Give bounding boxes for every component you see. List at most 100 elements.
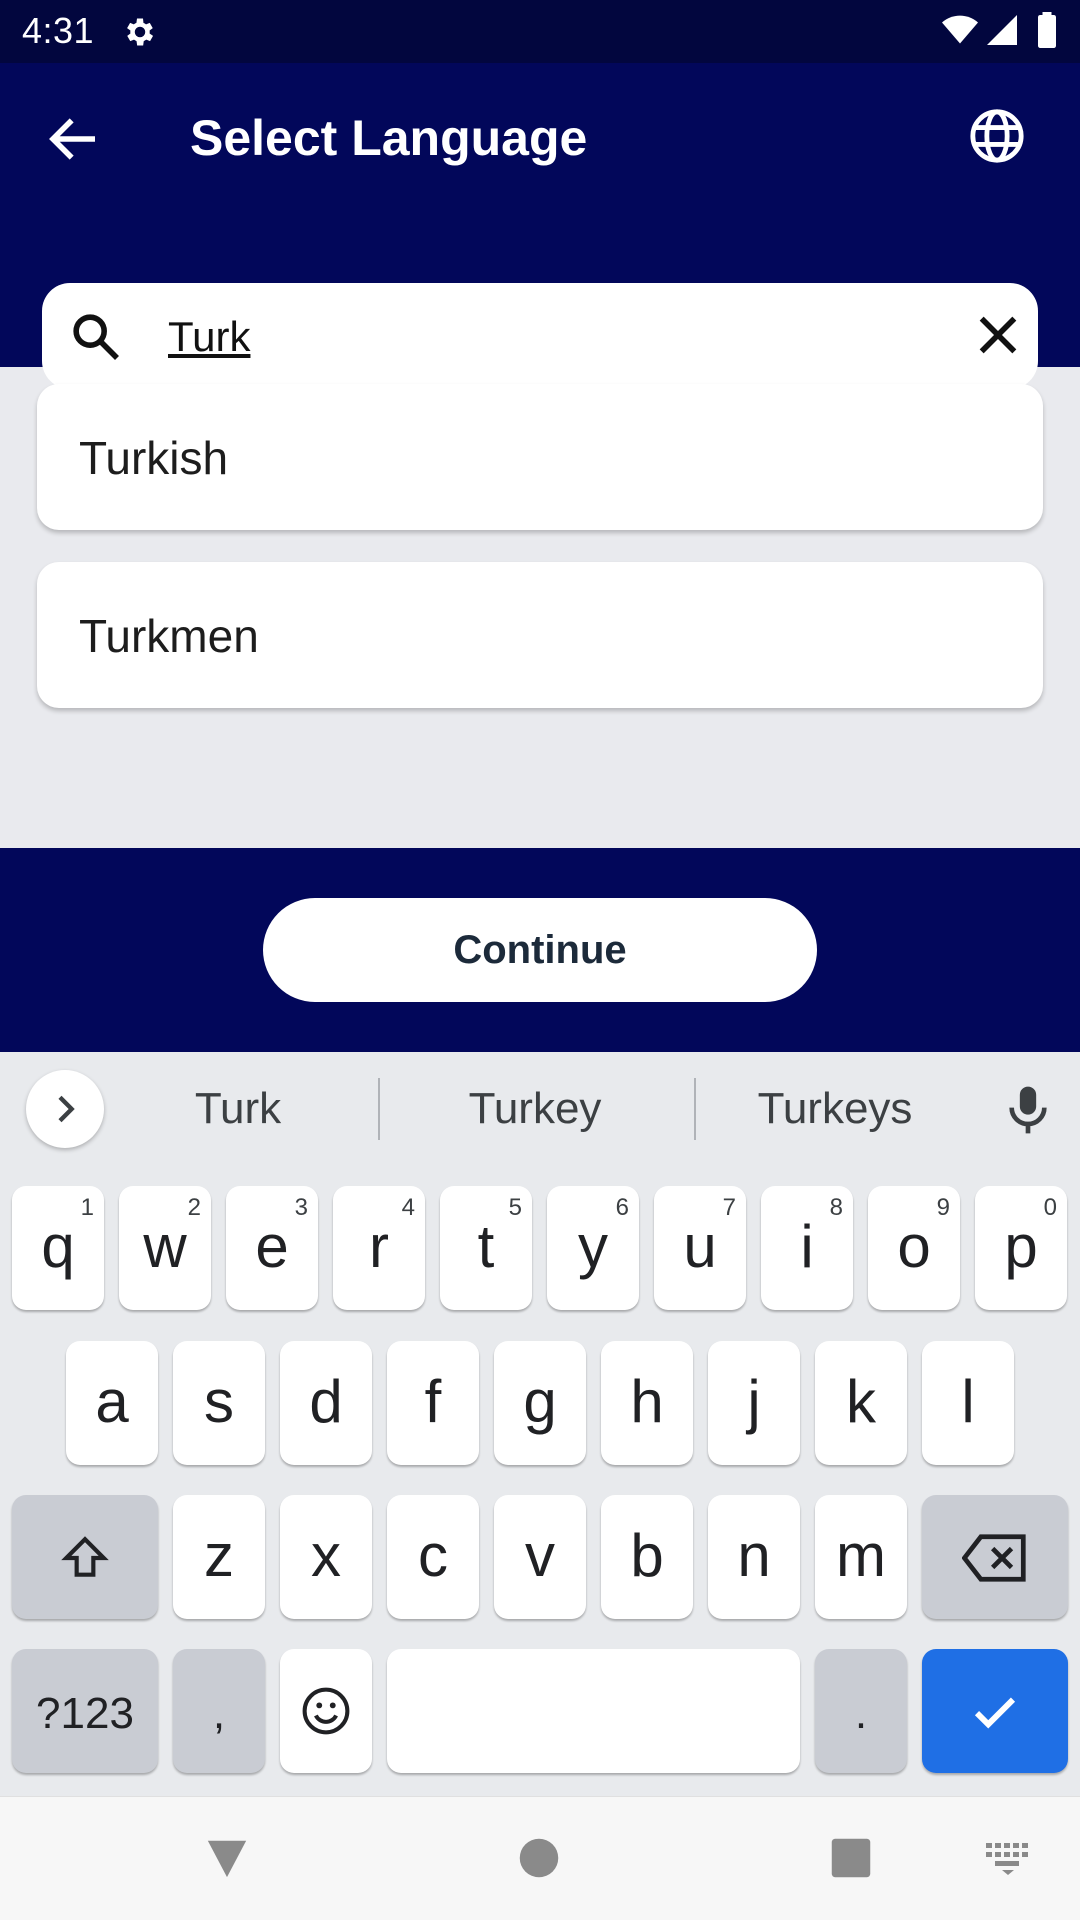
key-hint: 3	[294, 1194, 308, 1221]
search-input[interactable]	[168, 301, 868, 373]
key-v[interactable]: v	[494, 1495, 586, 1619]
key-label: s	[204, 1368, 234, 1435]
key-o[interactable]: o9	[868, 1186, 960, 1310]
key-label: f	[424, 1368, 442, 1435]
page-title: Select Language	[190, 110, 588, 166]
period-key[interactable]: .	[815, 1649, 907, 1773]
microphone-icon[interactable]	[1000, 1082, 1056, 1138]
signal-icon	[987, 15, 1017, 45]
chevron-right-icon	[58, 1095, 75, 1123]
key-label: .	[854, 1689, 868, 1738]
key-label: a	[95, 1368, 129, 1435]
key-label: p	[1004, 1213, 1038, 1280]
key-label: v	[525, 1522, 555, 1589]
backspace-icon	[962, 1534, 1026, 1582]
arrow-left-icon[interactable]	[46, 111, 102, 167]
continue-button[interactable]: Continue	[263, 898, 817, 1002]
shift-key[interactable]	[12, 1495, 158, 1619]
key-f[interactable]: f	[387, 1341, 479, 1465]
key-label: e	[255, 1213, 289, 1280]
key-label: r	[369, 1213, 389, 1280]
key-a[interactable]: a	[66, 1341, 158, 1465]
key-b[interactable]: b	[601, 1495, 693, 1619]
key-hint: 0	[1043, 1194, 1057, 1221]
key-z[interactable]: z	[173, 1495, 265, 1619]
keyboard-switch-icon[interactable]	[986, 1843, 1030, 1875]
key-n[interactable]: n	[708, 1495, 800, 1619]
app-bar: Select Language	[0, 63, 1080, 389]
space-key[interactable]	[387, 1649, 800, 1773]
expand-suggestions-button[interactable]	[26, 1070, 104, 1148]
key-r[interactable]: r4	[333, 1186, 425, 1310]
key-t[interactable]: t5	[440, 1186, 532, 1310]
key-d[interactable]: d	[280, 1341, 372, 1465]
key-hint: 7	[722, 1194, 736, 1221]
enter-key[interactable]	[922, 1649, 1068, 1773]
key-label: m	[836, 1522, 886, 1589]
key-label: n	[737, 1522, 771, 1589]
key-label: w	[143, 1213, 187, 1280]
key-j[interactable]: j	[708, 1341, 800, 1465]
recents-square-icon[interactable]	[830, 1837, 872, 1879]
list-item-label: Turkish	[79, 432, 229, 484]
key-label: b	[630, 1522, 664, 1589]
suggestion-divider	[694, 1078, 696, 1140]
key-hint: 8	[829, 1194, 843, 1221]
key-hint: 6	[615, 1194, 629, 1221]
suggestion[interactable]: Turkey	[430, 1084, 640, 1134]
key-label: ?123	[36, 1689, 134, 1738]
key-hint: 2	[187, 1194, 201, 1221]
list-item[interactable]: Turkmen	[37, 562, 1043, 708]
wifi-icon	[942, 15, 978, 44]
system-nav-bar	[0, 1796, 1080, 1920]
key-u[interactable]: u7	[654, 1186, 746, 1310]
key-i[interactable]: i8	[761, 1186, 853, 1310]
emoji-icon	[302, 1687, 350, 1735]
emoji-key[interactable]	[280, 1649, 372, 1773]
key-e[interactable]: e3	[226, 1186, 318, 1310]
key-h[interactable]: h	[601, 1341, 693, 1465]
key-label: o	[897, 1213, 931, 1280]
key-w[interactable]: w2	[119, 1186, 211, 1310]
key-label: j	[747, 1368, 761, 1435]
key-p[interactable]: p0	[975, 1186, 1067, 1310]
status-bar: 4:31	[0, 0, 1080, 63]
key-x[interactable]: x	[280, 1495, 372, 1619]
status-time: 4:31	[22, 10, 95, 51]
symbols-key[interactable]: ?123	[12, 1649, 158, 1773]
key-label: ,	[212, 1689, 226, 1738]
key-g[interactable]: g	[494, 1341, 586, 1465]
suggestion[interactable]: Turk	[150, 1084, 326, 1134]
suggestion[interactable]: Turkeys	[740, 1084, 930, 1134]
key-label: t	[477, 1213, 495, 1280]
key-s[interactable]: s	[173, 1341, 265, 1465]
key-label: d	[309, 1368, 343, 1435]
suggestion-divider	[378, 1078, 380, 1140]
list-item[interactable]: Turkish	[37, 384, 1043, 530]
key-c[interactable]: c	[387, 1495, 479, 1619]
list-item-label: Turkmen	[79, 610, 259, 662]
key-m[interactable]: m	[815, 1495, 907, 1619]
key-label: g	[523, 1368, 557, 1435]
shift-icon	[61, 1536, 109, 1577]
key-y[interactable]: y6	[547, 1186, 639, 1310]
close-icon[interactable]	[970, 307, 1026, 363]
key-l[interactable]: l	[922, 1341, 1014, 1465]
key-label: x	[311, 1522, 341, 1589]
backspace-key[interactable]	[922, 1495, 1068, 1619]
key-k[interactable]: k	[815, 1341, 907, 1465]
key-q[interactable]: q1	[12, 1186, 104, 1310]
key-label: y	[578, 1213, 608, 1280]
comma-key[interactable]: ,	[173, 1649, 265, 1773]
home-circle-icon[interactable]	[518, 1837, 560, 1879]
key-label: c	[418, 1522, 448, 1589]
key-label: z	[204, 1522, 234, 1589]
back-triangle-icon[interactable]	[204, 1835, 250, 1881]
key-hint: 9	[936, 1194, 950, 1221]
key-label: u	[683, 1213, 717, 1280]
bottom-bar: Continue	[0, 848, 1080, 1052]
globe-icon[interactable]	[968, 107, 1026, 165]
search-bar	[42, 283, 1038, 389]
search-icon	[73, 314, 119, 360]
key-label: h	[630, 1368, 664, 1435]
